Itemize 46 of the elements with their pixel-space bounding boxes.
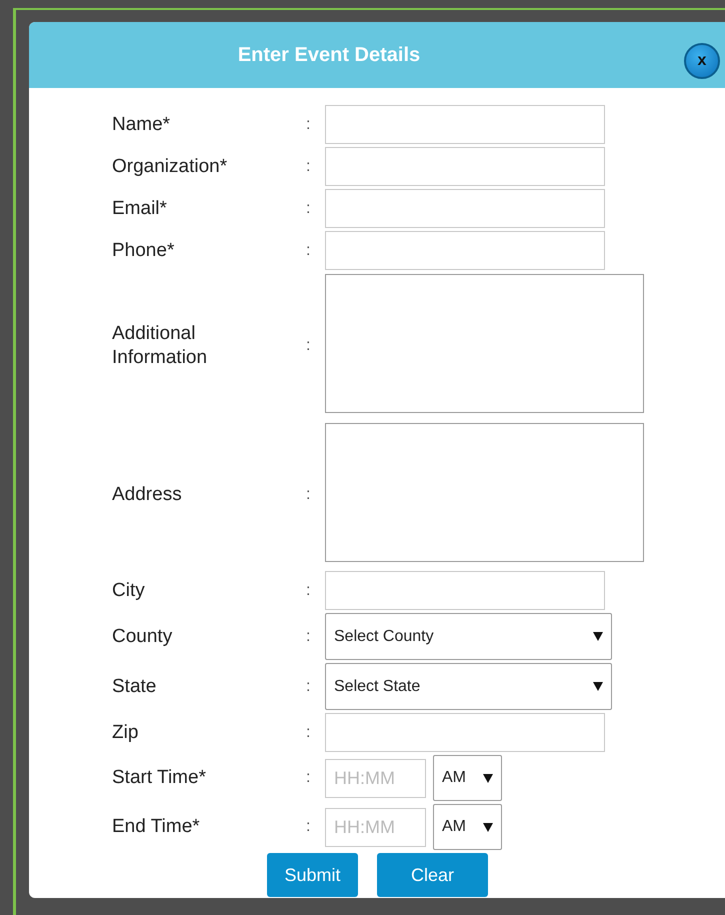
dropdown[interactable]: Select State [325,663,612,710]
field-label: End Time* [112,815,201,839]
meridiem-dropdown[interactable]: AM [433,804,502,850]
caret-icon [593,632,603,641]
input-field[interactable] [325,231,605,270]
separator: : [306,818,312,836]
caret-icon [483,774,493,782]
caret-icon [483,822,493,832]
field-label: State [112,674,158,698]
field-label: Organization* [112,154,228,178]
field-label: Name* [112,112,172,136]
caret-icon [593,682,603,691]
input-field[interactable] [325,147,605,186]
separator: : [306,337,312,355]
input-field[interactable] [325,713,605,752]
field-label: Start Time* [112,766,207,790]
separator: : [306,486,312,504]
field-label: City [112,578,146,602]
input-field[interactable] [325,571,605,610]
field-label: Additional Information [112,322,208,370]
field-label: Email* [112,196,168,220]
separator: : [306,200,312,218]
dropdown[interactable]: Select County [325,613,612,660]
text-area[interactable] [325,423,644,562]
separator: : [306,242,312,260]
submit-button[interactable]: Submit [267,853,358,897]
separator: : [306,769,312,787]
input-field[interactable] [325,105,605,144]
dialog-title: Enter Event Details [238,44,420,66]
time-field[interactable]: HH:MM [325,758,426,798]
field-label: Zip [112,720,140,744]
separator: : [306,158,312,176]
separator: : [306,582,312,600]
separator: : [306,116,312,134]
field-label: Address [112,483,183,507]
separator: : [306,628,312,646]
field-label: Phone* [112,238,176,262]
text-area[interactable] [325,274,644,413]
clear-button[interactable]: Clear [377,853,488,897]
separator: : [306,724,312,742]
meridiem-dropdown[interactable]: AM [433,755,502,801]
field-label: County [112,624,174,648]
close-button[interactable]: x [684,43,720,79]
time-field[interactable]: HH:MM [325,808,426,846]
separator: : [306,678,312,696]
input-field[interactable] [325,189,605,228]
